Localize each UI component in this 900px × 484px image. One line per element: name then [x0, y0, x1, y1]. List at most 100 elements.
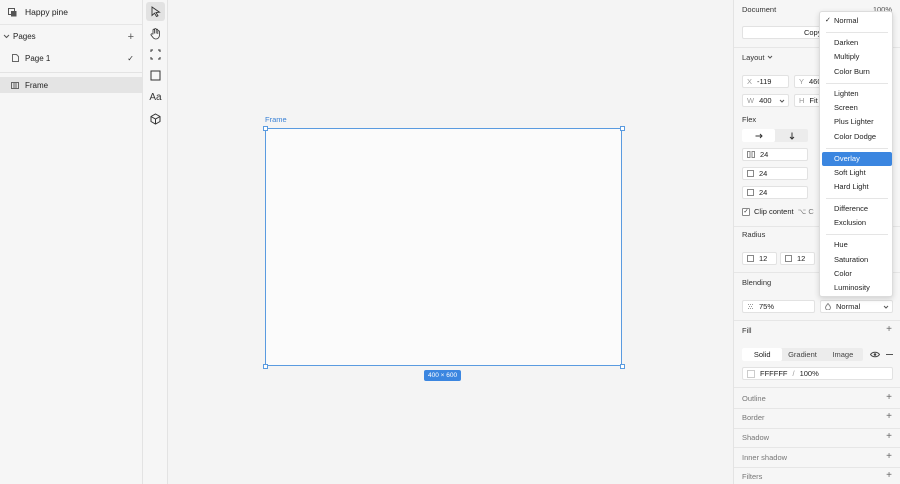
pages-header[interactable]: Pages +: [0, 24, 142, 48]
canvas[interactable]: Frame 400 × 600: [168, 0, 733, 484]
blend-mode-select[interactable]: Normal: [820, 300, 893, 313]
layout-section-label[interactable]: Layout: [742, 53, 773, 62]
width-field[interactable]: W 400: [742, 94, 789, 107]
add-outline-icon[interactable]: +: [886, 392, 892, 403]
corner-icon: [747, 255, 754, 262]
w-value: 400: [759, 96, 772, 105]
resize-handle-tr[interactable]: [620, 126, 625, 131]
frame-label[interactable]: Frame: [265, 115, 287, 124]
border-section-label: Border: [742, 413, 765, 422]
blend-option-normal[interactable]: ✓ Normal: [822, 14, 892, 28]
component-tool[interactable]: [146, 109, 165, 128]
remove-fill-icon[interactable]: [886, 354, 893, 355]
blend-option-exclusion[interactable]: Exclusion: [822, 216, 892, 230]
document-header[interactable]: Happy pine: [0, 0, 142, 24]
radius-value: 12: [797, 254, 806, 263]
h-value: Fit: [809, 96, 818, 105]
blend-option-color-burn[interactable]: Color Burn: [822, 65, 892, 79]
gap-icon: [747, 151, 755, 158]
clip-content-row[interactable]: ✓ Clip content ⌥ C: [742, 207, 814, 216]
blend-option-plus-lighter[interactable]: Plus Lighter: [822, 115, 892, 129]
add-shadow-icon[interactable]: +: [886, 431, 892, 442]
fill-color-field[interactable]: FFFFFF / 100%: [742, 367, 893, 380]
blend-option-saturation[interactable]: Saturation: [822, 253, 892, 267]
chevron-down-icon[interactable]: [779, 98, 785, 104]
color-swatch[interactable]: [747, 369, 755, 378]
gap-field[interactable]: 24: [742, 148, 808, 161]
cube-icon: [150, 112, 161, 125]
cursor-icon: [151, 6, 161, 17]
page-item[interactable]: Page 1 ✓: [0, 48, 142, 68]
fill-tab-gradient[interactable]: Gradient: [782, 348, 822, 361]
blend-option-color-dodge[interactable]: Color Dodge: [822, 130, 892, 144]
blend-option-overlay[interactable]: Overlay: [822, 152, 892, 166]
blend-option-hard-light[interactable]: Hard Light: [822, 180, 892, 194]
hand-tool[interactable]: [146, 24, 165, 43]
h-label: H: [799, 96, 805, 105]
clip-content-checkbox[interactable]: ✓: [742, 207, 750, 216]
fill-separator: /: [792, 369, 795, 378]
blend-option-luminosity[interactable]: Luminosity: [822, 281, 892, 295]
blend-option-hue[interactable]: Hue: [822, 238, 892, 252]
padding-field[interactable]: 24: [742, 167, 808, 180]
layer-item[interactable]: Frame: [0, 77, 142, 93]
blend-option-label: Normal: [834, 16, 859, 25]
add-inner-shadow-icon[interactable]: +: [886, 451, 892, 462]
blend-option-screen[interactable]: Screen: [822, 101, 892, 115]
blend-option-multiply[interactable]: Multiply: [822, 50, 892, 64]
divider: [734, 408, 900, 409]
radius-field[interactable]: 12: [780, 252, 815, 265]
fill-tab-image[interactable]: Image: [823, 348, 863, 361]
eye-icon[interactable]: [870, 351, 880, 358]
chevron-down-icon: [767, 55, 772, 59]
fill-section-label: Fill: [742, 326, 752, 335]
frame-layer-icon: [11, 81, 19, 89]
app-logo-icon: [8, 7, 17, 16]
add-fill-icon[interactable]: +: [886, 324, 892, 335]
menu-separator: [826, 83, 888, 84]
x-value: -119: [757, 77, 772, 86]
direction-horizontal-button[interactable]: [742, 129, 775, 142]
opacity-icon: [748, 304, 753, 309]
frame-icon: [150, 49, 161, 60]
fill-type-tabs[interactable]: Solid Gradient Image: [742, 348, 863, 361]
blend-option-difference[interactable]: Difference: [822, 202, 892, 216]
fill-tab-solid[interactable]: Solid: [742, 348, 783, 361]
document-section-label: Document: [742, 5, 777, 14]
blend-option-lighten[interactable]: Lighten: [822, 87, 892, 101]
chevron-down-icon[interactable]: [3, 33, 10, 40]
add-filter-icon[interactable]: +: [886, 470, 892, 481]
blending-section-label: Blending: [742, 278, 772, 287]
layer-label: Frame: [25, 80, 49, 90]
resize-handle-br[interactable]: [620, 364, 625, 369]
blend-option-soft-light[interactable]: Soft Light: [822, 166, 892, 180]
resize-handle-bl[interactable]: [263, 364, 268, 369]
menu-separator: [826, 198, 888, 199]
radius-section-label: Radius: [742, 230, 766, 239]
fill-opacity: 100%: [799, 369, 819, 378]
outline-section-label: Outline: [742, 394, 766, 403]
add-page-icon[interactable]: +: [128, 31, 134, 43]
flex-direction-toggle[interactable]: [742, 129, 808, 142]
select-tool[interactable]: [146, 2, 165, 21]
x-field[interactable]: X -119: [742, 75, 789, 88]
frame-tool[interactable]: [146, 45, 165, 64]
divider: [734, 428, 900, 429]
frame[interactable]: [265, 128, 622, 366]
text-tool[interactable]: Aa: [146, 88, 165, 107]
rectangle-icon: [150, 70, 161, 81]
direction-vertical-button[interactable]: [775, 129, 808, 142]
blend-option-color[interactable]: Color: [822, 267, 892, 281]
divider: [0, 72, 142, 73]
radius-field[interactable]: 12: [742, 252, 777, 265]
app-root: Happy pine Pages + Page 1 ✓ Frame Aa Fra…: [0, 0, 900, 484]
blend-option-darken[interactable]: Darken: [822, 36, 892, 50]
divider: [734, 447, 900, 448]
inner-shadow-section-label: Inner shadow: [742, 453, 788, 462]
left-sidebar: Happy pine Pages + Page 1 ✓ Frame: [0, 0, 143, 484]
resize-handle-tl[interactable]: [263, 126, 268, 131]
add-border-icon[interactable]: +: [886, 411, 892, 422]
padding-field[interactable]: 24: [742, 186, 808, 199]
rectangle-tool[interactable]: [146, 66, 165, 85]
opacity-field[interactable]: 75%: [742, 300, 815, 313]
